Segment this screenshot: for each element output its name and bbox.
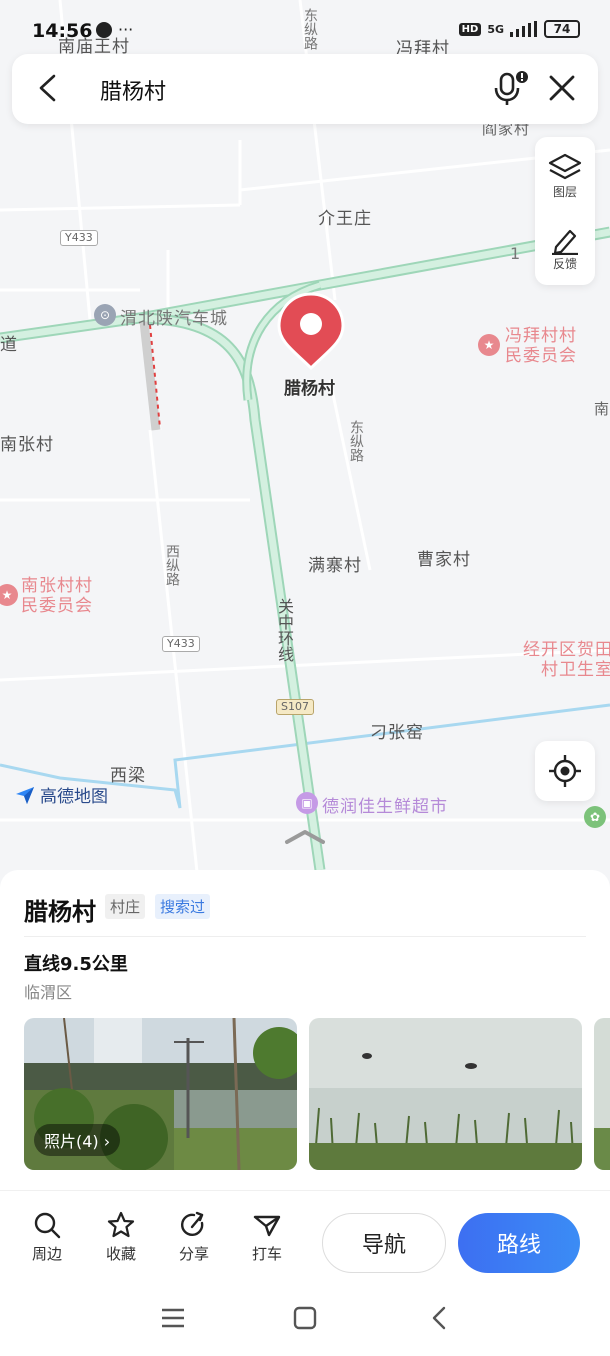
map-label-road-left: 道 — [0, 335, 18, 355]
sheet-expand-handle-icon[interactable] — [283, 828, 327, 846]
road-badge-y433-top: Y433 — [60, 230, 98, 246]
map-label-diaozhangyao: 刁张窑 — [370, 723, 424, 743]
photos-count-label: 照片(4) — [44, 1132, 99, 1151]
signal-icon — [510, 21, 537, 37]
close-icon[interactable] — [542, 68, 582, 108]
road-badge-y433-mid: Y433 — [162, 636, 200, 652]
map-label-manzhaicun: 满寨村 — [308, 556, 362, 576]
locate-me-button[interactable] — [535, 741, 595, 801]
car-poi-icon: ⊙ — [94, 304, 116, 326]
battery-icon: 74 — [544, 20, 580, 38]
map-label-nanzhangcun: 南张村 — [0, 435, 54, 455]
layers-label: 图层 — [552, 184, 577, 199]
back-nav-icon[interactable] — [426, 1306, 452, 1330]
place-photo-2[interactable] — [309, 1018, 582, 1170]
nearby-button[interactable]: 周边 — [22, 1211, 72, 1264]
feedback-button[interactable]: 反馈 — [535, 213, 595, 283]
chevron-right-icon: › — [103, 1132, 111, 1151]
nearby-label: 周边 — [31, 1245, 62, 1263]
menu-icon[interactable] — [160, 1306, 186, 1330]
map-side-controls: 图层 反馈 — [535, 137, 595, 285]
status-bar: 14:56 ··· HD 5G 74 — [0, 0, 610, 56]
hd-icon: HD — [458, 22, 482, 36]
photo-2-image — [309, 1018, 582, 1170]
share-label: 分享 — [178, 1245, 209, 1263]
network-type: 5G — [487, 22, 504, 36]
map-label-xizonglu: 西纵路 — [164, 544, 180, 586]
place-title: 腊杨村 — [24, 898, 96, 926]
searched-before-tag: 搜索过 — [155, 894, 211, 919]
map-label-guanzhong-ring: 关中环线 — [275, 598, 294, 662]
map-label-dongzonglu-mid: 东纵路 — [348, 420, 364, 462]
map-label-jiewangzhuang: 介王庄 — [318, 209, 372, 229]
share-button[interactable]: 分享 — [169, 1211, 219, 1264]
clock-app-icon — [96, 22, 112, 38]
pin-label: 腊杨村 — [284, 379, 335, 399]
taxi-label: 打车 — [251, 1245, 282, 1263]
back-arrow-icon — [39, 74, 56, 102]
place-district: 临渭区 — [24, 983, 73, 1002]
map-label-weibei-auto[interactable]: 渭北陕汽车城 — [120, 304, 228, 329]
status-time: 14:56 — [32, 20, 93, 42]
place-photo-1[interactable]: 照片(4) › — [24, 1018, 297, 1170]
layers-icon — [548, 153, 582, 179]
photos-count-button[interactable]: 照片(4) › — [34, 1124, 121, 1156]
voice-search-icon[interactable] — [492, 68, 532, 108]
system-nav-bar — [0, 1282, 610, 1356]
search-icon — [34, 1212, 61, 1239]
favorite-button[interactable]: 收藏 — [96, 1211, 146, 1264]
place-detail-sheet[interactable]: 腊杨村 村庄 搜索过 直线9.5公里 临渭区 照片(4) › — [0, 870, 610, 1200]
place-photo-3[interactable] — [594, 1018, 610, 1170]
search-bar[interactable]: 腊杨村 — [12, 54, 598, 124]
share-icon — [180, 1211, 204, 1237]
route-button[interactable]: 路线 — [458, 1213, 580, 1273]
supermarket-poi-icon: ▣ — [296, 792, 318, 814]
map-label-fengbai-committee[interactable]: 冯拜村村 民委员会 — [505, 326, 577, 366]
sheet-divider — [24, 936, 586, 937]
map-label-nan-right: 南 — [594, 400, 610, 418]
star-icon — [107, 1211, 135, 1238]
location-pin-icon[interactable] — [275, 290, 347, 370]
locate-crosshair-icon — [549, 755, 581, 787]
committee-poi-icon: ★ — [478, 334, 500, 356]
amap-logo: 高德地图 — [14, 782, 108, 807]
action-bar: 周边 收藏 分享 打车 导航 路线 — [0, 1190, 610, 1282]
feedback-pencil-icon — [552, 229, 578, 255]
search-query-text[interactable]: 腊杨村 — [100, 74, 166, 106]
navigate-button[interactable]: 导航 — [322, 1213, 446, 1273]
layers-button[interactable]: 图层 — [535, 141, 595, 211]
home-icon[interactable] — [292, 1306, 318, 1330]
map-label-xiliang: 西梁 — [110, 766, 146, 786]
taxi-button[interactable]: 打车 — [242, 1211, 292, 1264]
back-button[interactable] — [30, 70, 66, 106]
taxi-icon — [253, 1215, 281, 1237]
battery-level: 74 — [553, 22, 571, 36]
place-distance: 直线9.5公里 — [24, 954, 128, 975]
photo-3-image — [594, 1018, 610, 1170]
amap-logo-text: 高德地图 — [40, 787, 108, 807]
more-notifications-icon: ··· — [118, 20, 134, 39]
map-label-jingkai-clinic[interactable]: 经开区贺田 村卫生室 — [523, 640, 610, 680]
park-poi-icon: ✿ — [584, 806, 606, 828]
map-label-derunjia[interactable]: 德润佳生鲜超市 — [322, 792, 448, 817]
road-badge-s107: S107 — [276, 699, 314, 715]
map-label-nanzhang-committee[interactable]: 南张村村 民委员会 — [21, 576, 93, 616]
favorite-label: 收藏 — [105, 1245, 136, 1263]
map-canvas[interactable]: 南庙王村 东纵路 冯拜村 阎家村 介王庄 Y433 1 0 ⊙ 渭北陕汽车城 道… — [0, 0, 610, 900]
map-label-caojiacun: 曹家村 — [417, 550, 471, 570]
place-type-tag: 村庄 — [105, 894, 146, 919]
amap-logo-icon — [16, 786, 34, 804]
feedback-label: 反馈 — [552, 256, 577, 271]
